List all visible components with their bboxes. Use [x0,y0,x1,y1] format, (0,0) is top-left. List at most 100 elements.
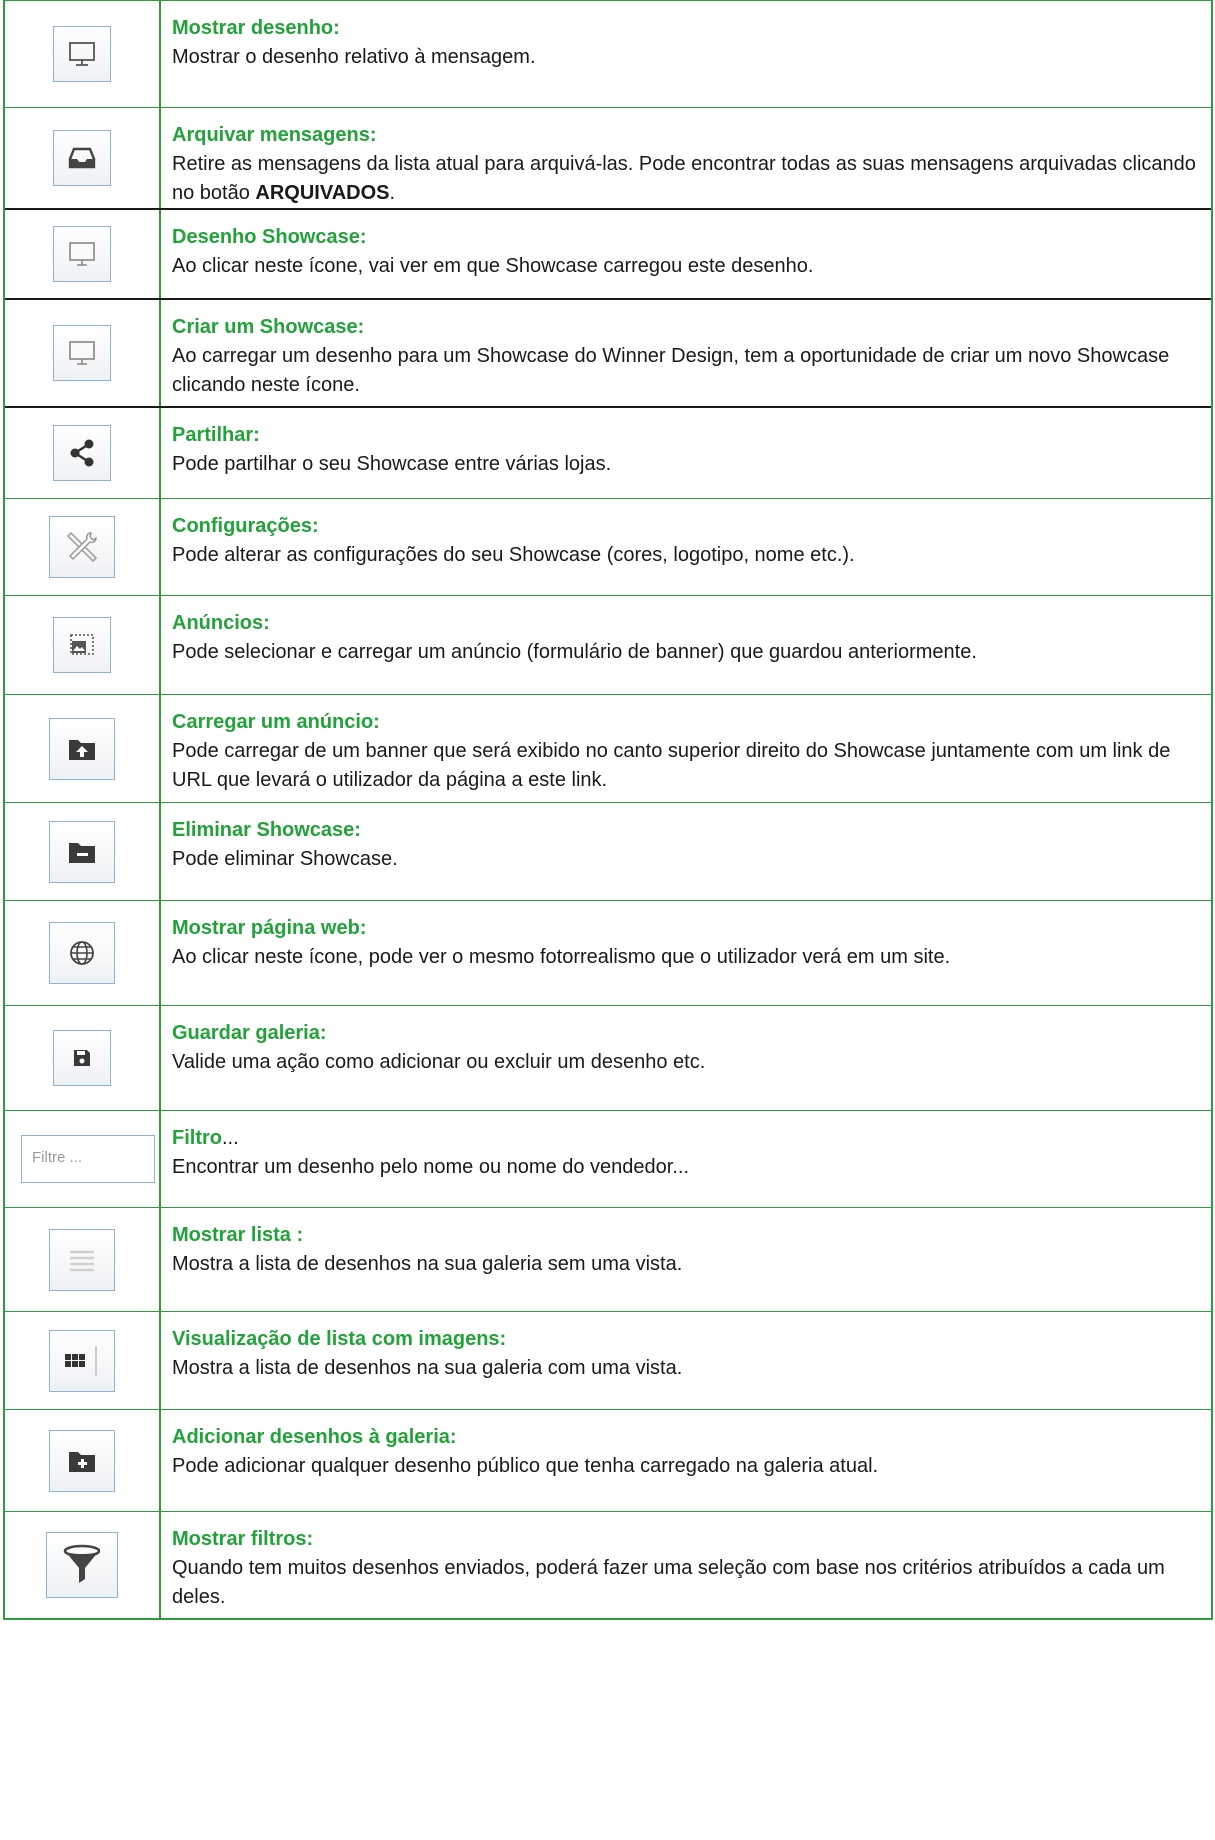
folder-plus-icon[interactable] [49,1429,115,1492]
text-cell: Arquivar mensagens: Retire as mensagens … [161,108,1211,208]
icon-cell [5,1208,161,1311]
text-cell: Partilhar: Pode partilhar o seu Showcase… [161,408,1211,498]
icon-cell [5,108,161,208]
icon-cell [5,596,161,694]
row-title: Filtro... [172,1124,1201,1153]
row-title: Desenho Showcase: [172,226,367,248]
icon-cell [5,1512,161,1618]
icon-cell [5,803,161,900]
text-cell: Mostrar desenho: Mostrar o desenho relat… [161,1,1211,107]
table-row: Mostrar filtros: Quando tem muitos desen… [5,1511,1211,1620]
row-title: Anúncios: [172,612,270,634]
title-text: Filtro [172,1127,222,1149]
row-description: Valide uma ação como adicionar ou exclui… [172,1051,706,1073]
title-ellipsis: ... [222,1127,239,1149]
row-description: Pode carregar de um banner que será exib… [172,740,1171,791]
monitor-icon[interactable] [53,226,111,282]
archived-button-reference: ARQUIVADOS [255,182,390,204]
table-row: Visualização de lista com imagens: Mostr… [5,1311,1211,1409]
row-description: Pode adicionar qualquer desenho público … [172,1455,879,1477]
row-title: Mostrar lista : [172,1224,304,1246]
row-description: Pode alterar as configurações do seu Sho… [172,544,855,566]
monitor-icon[interactable] [53,26,111,82]
folder-minus-icon[interactable] [49,820,115,883]
icon-reference-table: Mostrar desenho: Mostrar o desenho relat… [3,0,1213,1620]
table-row: Adicionar desenhos à galeria: Pode adici… [5,1409,1211,1511]
text-cell: Configurações: Pode alterar as configura… [161,499,1211,595]
text-cell: Guardar galeria: Valide uma ação como ad… [161,1006,1211,1110]
table-row: Arquivar mensagens: Retire as mensagens … [5,107,1211,208]
icon-cell [5,1006,161,1110]
description-end: . [389,182,396,204]
table-row: Partilhar: Pode partilhar o seu Showcase… [5,406,1211,498]
folder-upload-icon[interactable] [49,717,115,780]
text-cell: Carregar um anúncio: Pode carregar de um… [161,695,1211,802]
text-cell: Adicionar desenhos à galeria: Pode adici… [161,1410,1211,1511]
icon-cell: Filtre ... [5,1111,161,1207]
text-cell: Mostrar lista : Mostra a lista de desenh… [161,1208,1211,1311]
text-cell: Mostrar página web: Ao clicar neste ícon… [161,901,1211,1005]
row-title: Arquivar mensagens: [172,124,377,146]
icon-cell [5,695,161,802]
text-cell: Criar um Showcase: Ao carregar um desenh… [161,300,1211,406]
table-row: Mostrar desenho: Mostrar o desenho relat… [5,0,1211,107]
icon-cell [5,1,161,107]
table-row: Eliminar Showcase: Pode eliminar Showcas… [5,802,1211,900]
list-icon[interactable] [49,1228,115,1291]
text-cell: Eliminar Showcase: Pode eliminar Showcas… [161,803,1211,900]
grid-icon[interactable] [49,1329,115,1392]
icon-cell [5,499,161,595]
icon-cell [5,1410,161,1511]
row-description: Quando tem muitos desenhos enviados, pod… [172,1557,1165,1608]
row-description: Mostrar o desenho relativo à mensagem. [172,46,536,68]
table-row: Carregar um anúncio: Pode carregar de um… [5,694,1211,802]
row-title: Partilhar: [172,424,260,446]
row-description: Pode selecionar e carregar um anúncio (f… [172,641,977,663]
archive-tray-icon[interactable] [53,130,111,186]
text-cell: Desenho Showcase: Ao clicar neste ícone,… [161,210,1211,298]
row-description: Mostra a lista de desenhos na sua galeri… [172,1357,683,1379]
row-description: Ao clicar neste ícone, vai ver em que Sh… [172,255,814,277]
table-row: Guardar galeria: Valide uma ação como ad… [5,1005,1211,1110]
icon-cell [5,1312,161,1409]
row-description: Mostra a lista de desenhos na sua galeri… [172,1253,683,1275]
share-icon[interactable] [53,425,111,481]
row-title: Criar um Showcase: [172,316,365,338]
row-description: Encontrar um desenho pelo nome ou nome d… [172,1156,690,1178]
globe-icon[interactable] [49,922,115,984]
row-description: Pode partilhar o seu Showcase entre vári… [172,453,612,475]
text-cell: Filtro... Encontrar um desenho pelo nome… [161,1111,1211,1207]
row-title: Visualização de lista com imagens: [172,1328,507,1350]
banner-image-icon[interactable] [53,617,111,673]
row-title: Configurações: [172,515,319,537]
text-cell: Anúncios: Pode selecionar e carregar um … [161,596,1211,694]
table-row: Mostrar lista : Mostra a lista de desenh… [5,1207,1211,1311]
table-row: Anúncios: Pode selecionar e carregar um … [5,595,1211,694]
tools-icon[interactable] [49,516,115,578]
row-title: Mostrar desenho: [172,17,340,39]
text-cell: Mostrar filtros: Quando tem muitos desen… [161,1512,1211,1618]
table-row: Configurações: Pode alterar as configura… [5,498,1211,595]
table-row: Mostrar página web: Ao clicar neste ícon… [5,900,1211,1005]
filter-input[interactable]: Filtre ... [21,1135,155,1183]
row-title: Mostrar página web: [172,917,367,939]
monitor-icon[interactable] [53,325,111,381]
row-title: Mostrar filtros: [172,1528,314,1550]
icon-cell [5,901,161,1005]
table-row: Desenho Showcase: Ao clicar neste ícone,… [5,208,1211,298]
row-title: Adicionar desenhos à galeria: [172,1426,457,1448]
save-icon[interactable] [53,1030,111,1086]
filter-placeholder: Filtre ... [32,1149,83,1166]
row-description: Pode eliminar Showcase. [172,848,398,870]
row-title: Guardar galeria: [172,1022,327,1044]
row-description: Retire as mensagens da lista atual para … [172,150,1201,208]
row-title: Carregar um anúncio: [172,711,380,733]
icon-cell [5,300,161,406]
row-description: Ao carregar um desenho para um Showcase … [172,345,1170,396]
table-row: Criar um Showcase: Ao carregar um desenh… [5,298,1211,406]
table-row: Filtre ... Filtro... Encontrar um desenh… [5,1110,1211,1207]
icon-cell [5,408,161,498]
text-cell: Visualização de lista com imagens: Mostr… [161,1312,1211,1409]
funnel-icon[interactable] [46,1532,118,1598]
row-title: Eliminar Showcase: [172,819,361,841]
